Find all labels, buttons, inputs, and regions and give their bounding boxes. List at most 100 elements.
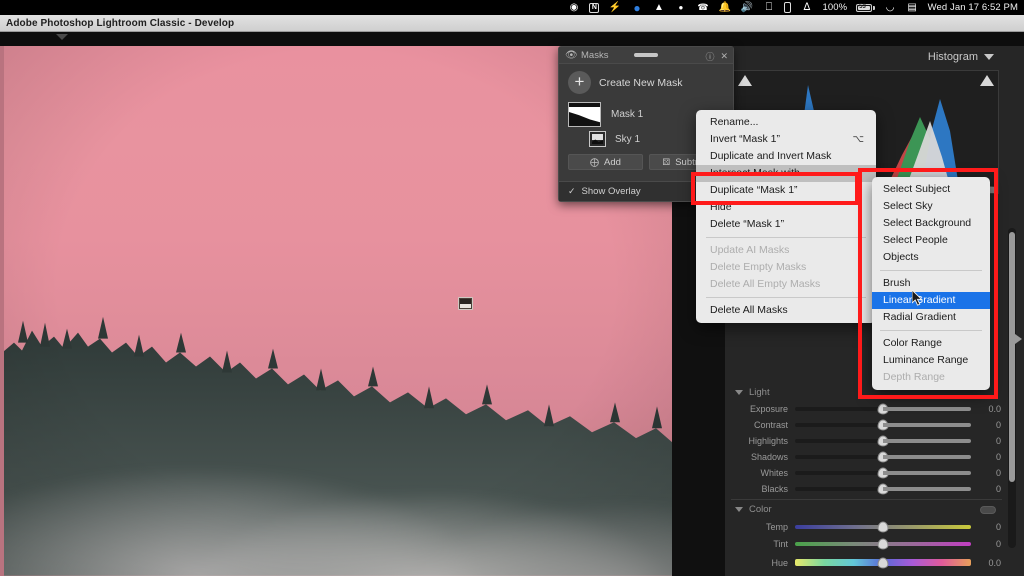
lightning-icon[interactable]: ⚡ [608,1,621,14]
bluetooth-icon[interactable]: ᐃ [800,1,813,14]
slider-knob[interactable] [877,538,889,549]
chevron-down-icon[interactable] [735,390,743,395]
slider-blacks[interactable]: Blacks 0 [733,481,1001,496]
context-menu-item-hide[interactable]: Hide [696,199,876,216]
slider-exposure[interactable]: Exposure 0.0 [733,401,1001,416]
submenu-item-linear-gradient[interactable]: Linear Gradient [872,292,990,309]
slider-value: 0.0 [988,403,1001,414]
slider-knob[interactable] [877,483,889,494]
bell-icon[interactable]: 🔔 [718,1,731,14]
mask-name-label: Mask 1 [611,109,644,120]
clock-label[interactable]: Wed Jan 17 6:52 PM [928,2,1018,13]
slider-knob[interactable] [877,467,889,478]
slider-knob[interactable] [877,419,889,430]
histogram-title: Histogram [927,51,978,63]
control-center-icon[interactable]: ▤ [906,1,919,14]
context-menu-item-label: Invert “Mask 1” [710,133,781,145]
add-icon: ⨁ [590,156,600,167]
add-mask-button[interactable]: ⨁ Add [568,154,643,170]
submenu-separator [880,270,982,271]
slider-knob[interactable] [877,557,889,568]
plus-icon[interactable]: + [568,71,591,94]
battery-icon[interactable]: 53 [856,3,875,12]
slider-shadows[interactable]: Shadows 0 [733,449,1001,464]
context-menu-shortcut: ⌥ [852,134,864,145]
submenu-item-luminance-range[interactable]: Luminance Range [872,352,990,369]
eye-icon[interactable]: 👁 [565,50,578,61]
slider-highlights[interactable]: Highlights 0 [733,433,1001,448]
location-icon[interactable]: ◉ [567,1,580,14]
color-section-toggle[interactable] [980,506,996,514]
context-menu-item-intersect-mask-with[interactable]: Intersect Mask with [696,165,876,182]
slider-knob[interactable] [877,451,889,462]
submenu-item-select-subject[interactable]: Select Subject [872,181,990,198]
histogram-header[interactable]: Histogram [928,51,994,63]
drag-handle[interactable] [634,53,658,57]
mask-pin-marker[interactable] [458,297,473,310]
context-menu-separator [706,297,866,298]
wifi-icon[interactable]: ◡ [884,1,897,14]
slider-track[interactable] [795,419,971,430]
slider-track[interactable] [795,538,971,549]
slider-label: Tint [773,538,788,549]
light-section-header[interactable]: Light [735,387,770,398]
context-menu-item-invert[interactable]: Invert “Mask 1” ⌥ [696,131,876,148]
cloud-icon[interactable]: ▲ [652,1,665,14]
submenu-item-color-range[interactable]: Color Range [872,335,990,352]
sub-mask-name-label: Sky 1 [615,133,641,145]
display-icon[interactable]: ⎕ [762,1,775,14]
slider-temp[interactable]: Temp 0 [733,519,1001,534]
context-menu-item-delete-all-masks[interactable]: Delete All Masks [696,302,876,319]
slider-hue[interactable]: Hue 0.0 [733,555,1001,570]
slider-track[interactable] [795,557,971,568]
submenu-item-objects[interactable]: Objects [872,249,990,266]
create-new-mask-button[interactable]: + Create New Mask [559,64,733,100]
masks-panel-title: Masks [581,49,609,61]
drop-icon[interactable]: ● [674,1,687,14]
slider-track[interactable] [795,451,971,462]
panel-scrollbar-thumb[interactable] [1009,232,1015,482]
slider-track[interactable] [795,483,971,494]
slider-whites[interactable]: Whites 0 [733,465,1001,480]
submenu-item-select-background[interactable]: Select Background [872,215,990,232]
slider-knob[interactable] [877,403,889,414]
submenu-item-select-sky[interactable]: Select Sky [872,198,990,215]
slider-label: Contrast [753,419,788,430]
slider-track[interactable] [795,467,971,478]
fog-layer [0,364,672,576]
context-menu-item-rename[interactable]: Rename... [696,114,876,131]
submenu-item-select-people[interactable]: Select People [872,232,990,249]
context-menu-item-duplicate[interactable]: Duplicate “Mask 1” [696,182,876,199]
mask-thumbnail[interactable] [568,102,601,127]
chevron-down-icon[interactable] [984,54,994,60]
dropbox-icon[interactable]: ● [630,1,643,14]
slider-contrast[interactable]: Contrast 0 [733,417,1001,432]
panel-scrollbar[interactable] [1008,228,1016,548]
chevron-down-icon[interactable] [735,507,743,512]
slider-track[interactable] [795,521,971,532]
volume-icon[interactable]: 🔊 [740,1,753,14]
slider-knob[interactable] [877,435,889,446]
slider-value: 0 [995,419,1001,430]
close-icon[interactable]: ✕ [720,51,728,62]
slider-track[interactable] [795,435,971,446]
context-menu-item-delete-mask[interactable]: Delete “Mask 1” [696,216,876,233]
masks-panel-titlebar[interactable]: 👁 Masks ⓘ ✕ [559,47,733,64]
slider-track[interactable] [795,403,971,414]
top-panel-toggle-icon[interactable] [56,34,68,40]
color-section-header[interactable]: Color [735,504,772,515]
check-icon[interactable]: ✓ [568,186,576,197]
notion-icon[interactable]: N [589,2,600,13]
slider-value: 0 [995,451,1001,462]
phone-icon[interactable]: ☎ [696,1,709,14]
battery-small-icon[interactable] [784,2,792,13]
panel-collapse-arrow-icon[interactable] [1015,334,1022,344]
sky-mask-thumbnail[interactable] [589,131,606,147]
context-menu-item-duplicate-and-invert[interactable]: Duplicate and Invert Mask [696,148,876,165]
submenu-item-brush[interactable]: Brush [872,275,990,292]
app-title-bar: Adobe Photoshop Lightroom Classic - Deve… [0,15,1024,32]
submenu-item-radial-gradient[interactable]: Radial Gradient [872,309,990,326]
slider-tint[interactable]: Tint 0 [733,536,1001,551]
slider-knob[interactable] [877,521,889,532]
info-icon[interactable]: ⓘ [705,50,714,63]
